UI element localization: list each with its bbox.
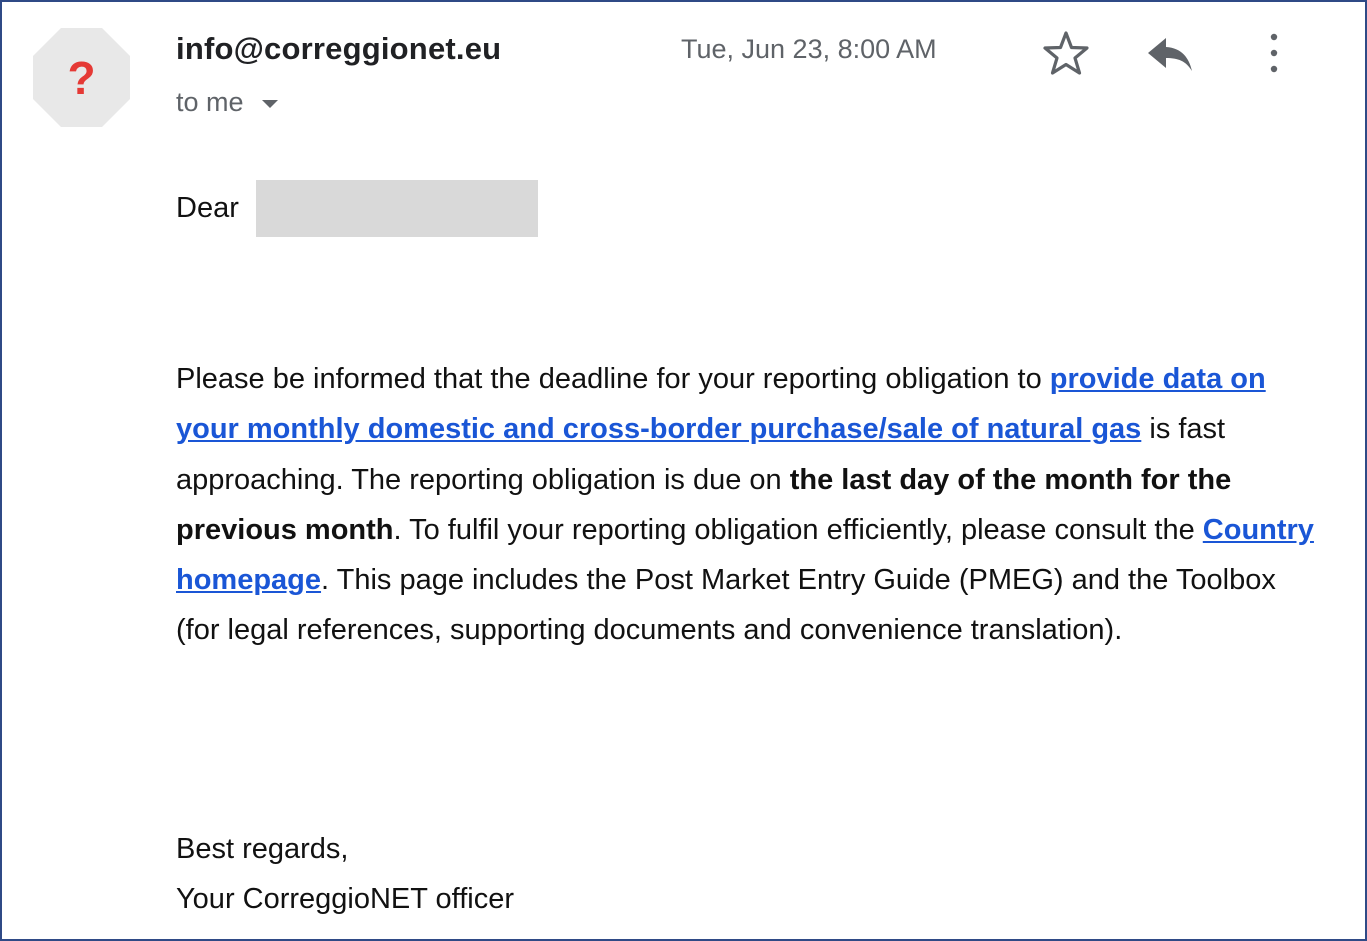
star-outline-icon [1043, 31, 1089, 75]
body-text: . This page includes the Post Market Ent… [176, 564, 1276, 647]
star-button[interactable] [1042, 30, 1090, 76]
email-date: Tue, Jun 23, 8:00 AM [681, 34, 937, 64]
more-options-button[interactable] [1262, 32, 1286, 74]
recipient-line[interactable]: to me [176, 87, 278, 118]
recipient-label: to me [176, 87, 244, 117]
signature: Your CorreggioNET officer [176, 883, 514, 915]
reply-icon [1148, 38, 1192, 71]
caret-down-icon[interactable] [261, 99, 278, 108]
signoff: Best regards, Your CorreggioNET officer [176, 824, 514, 924]
more-vert-icon [1270, 33, 1278, 73]
reply-button[interactable] [1146, 34, 1194, 74]
closing: Best regards, [176, 833, 349, 865]
unknown-sender-icon: ? [33, 28, 130, 127]
sender-address: info@correggionet.eu [176, 31, 502, 66]
greeting: Dear [176, 192, 239, 224]
body-text: Please be informed that the deadline for… [176, 363, 1050, 395]
avatar-glyph: ? [67, 52, 95, 104]
sender-avatar[interactable]: ? [33, 28, 130, 127]
body-paragraph: Please be informed that the deadline for… [176, 354, 1316, 656]
body-text: . To fulfil your reporting obligation ef… [393, 513, 1203, 546]
redacted-recipient-name [256, 180, 538, 237]
